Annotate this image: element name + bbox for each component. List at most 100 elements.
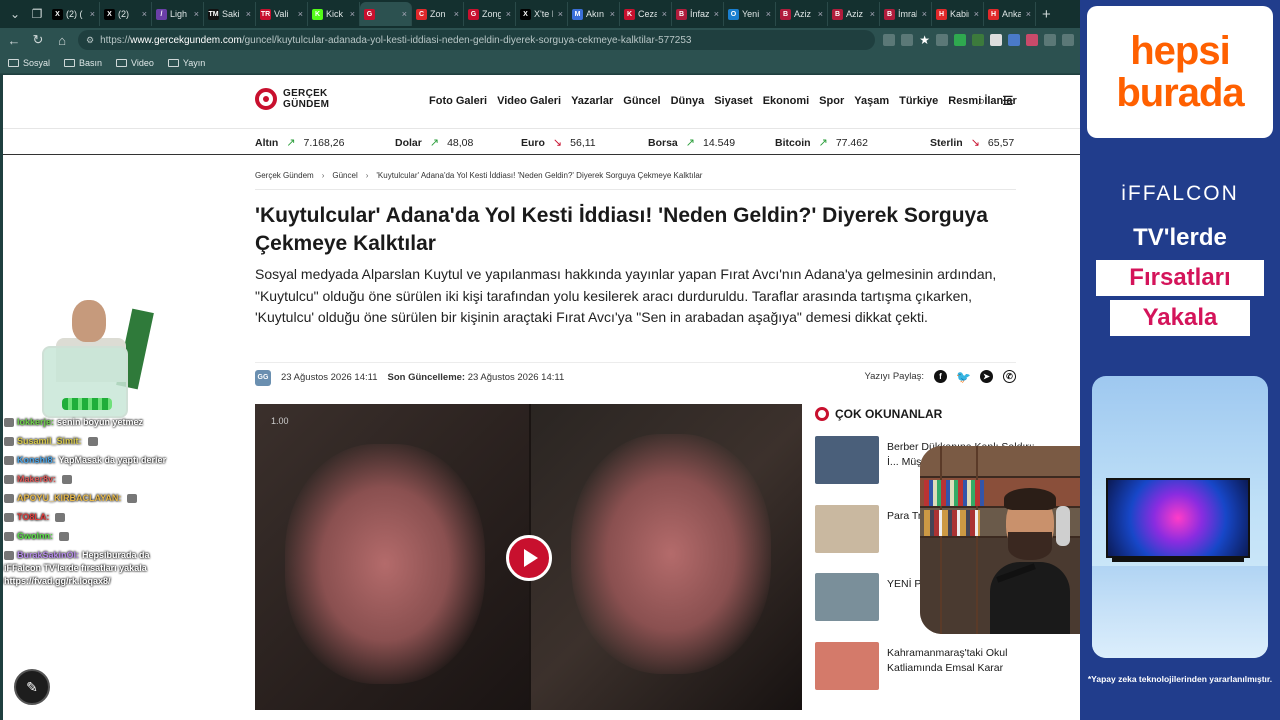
most-read-headline[interactable]: Kahramanmaraş'taki Okul Katliamında Emsa…	[887, 642, 1047, 690]
whatsapp-icon[interactable]: ✆	[1003, 370, 1016, 383]
close-tab-icon[interactable]: ×	[662, 9, 667, 19]
facebook-icon[interactable]: f	[934, 370, 947, 383]
browser-tab[interactable]: TM Saki ×	[204, 2, 256, 26]
extension-icon[interactable]	[954, 34, 966, 46]
browser-tab[interactable]: X (2) ( ×	[48, 2, 100, 26]
bookmark-folder[interactable]: Basın	[64, 58, 102, 68]
close-tab-icon[interactable]: ×	[870, 9, 875, 19]
tab-list-icon[interactable]: ⌄	[4, 3, 26, 25]
menu-icon[interactable]: ☰	[1002, 93, 1014, 109]
close-tab-icon[interactable]: ×	[194, 9, 199, 19]
close-tab-icon[interactable]: ×	[350, 9, 355, 19]
close-tab-icon[interactable]: ×	[454, 9, 459, 19]
browser-tab[interactable]: MAkın Gü ×	[568, 2, 620, 26]
browser-tab[interactable]: X (2) ×	[100, 2, 152, 26]
chat-username[interactable]: APOYU_KIRBACLAYAN:	[17, 493, 121, 503]
chat-username[interactable]: Konshi8:	[17, 455, 56, 465]
ticker-item[interactable]: Bitcoin ↗ 77.462	[775, 136, 868, 150]
bookmark-star-icon[interactable]: ★	[919, 33, 930, 47]
chat-username[interactable]: Maker8v:	[17, 474, 56, 484]
browser-tab[interactable]: OYeni Par ×	[724, 2, 776, 26]
nav-link[interactable]: Türkiye	[899, 95, 938, 107]
breadcrumb-home[interactable]: Gerçek Gündem	[255, 171, 314, 180]
nav-link[interactable]: Video Galeri	[497, 95, 561, 107]
nav-link[interactable]: Spor	[819, 95, 844, 107]
extension-icon[interactable]	[936, 34, 948, 46]
twitter-icon[interactable]: 🐦	[956, 370, 971, 384]
close-tab-icon[interactable]: ×	[974, 9, 979, 19]
close-tab-icon[interactable]: ×	[402, 9, 407, 19]
browser-tab[interactable]: HAnkara ×	[984, 2, 1036, 26]
nav-link[interactable]: Güncel	[623, 95, 660, 107]
chat-username[interactable]: BurakSakinOl:	[17, 550, 79, 560]
extension-icon[interactable]	[972, 34, 984, 46]
browser-tab[interactable]: GZongul ×	[464, 2, 516, 26]
new-tab-icon[interactable]: +	[1036, 6, 1057, 23]
browser-tab[interactable]: C Zon ×	[412, 2, 464, 26]
bookmark-folder[interactable]: Sosyal	[8, 58, 50, 68]
translate-icon[interactable]	[883, 34, 896, 46]
workspaces-icon[interactable]: ❐	[26, 3, 48, 25]
close-tab-icon[interactable]: ×	[610, 9, 615, 19]
browser-tab[interactable]: TR Vali ×	[256, 2, 308, 26]
most-read-thumbnail[interactable]	[815, 436, 879, 484]
most-read-item[interactable]: Kahramanmaraş'taki Okul Katliamında Emsa…	[815, 642, 1047, 690]
play-button[interactable]	[506, 535, 552, 581]
sidebar-toggle-icon[interactable]	[1062, 34, 1074, 46]
nav-link[interactable]: Ekonomi	[763, 95, 809, 107]
ticker-item[interactable]: Sterlin ↘ 65,57	[930, 136, 1014, 150]
browser-tab[interactable]: Bİnfaz sis ×	[672, 2, 724, 26]
nav-link[interactable]: Foto Galeri	[429, 95, 487, 107]
browser-tab[interactable]: XX'te Dü ×	[516, 2, 568, 26]
back-icon[interactable]: ←	[6, 33, 22, 48]
browser-tab[interactable]: / Ligh ×	[152, 2, 204, 26]
chat-username[interactable]: lokkerje:	[17, 417, 54, 427]
close-tab-icon[interactable]: ×	[298, 9, 303, 19]
close-tab-icon[interactable]: ×	[922, 9, 927, 19]
chat-username[interactable]: Susamil_Simit:	[17, 436, 82, 446]
close-tab-icon[interactable]: ×	[714, 9, 719, 19]
chat-username[interactable]: Gwolnn:	[17, 531, 53, 541]
close-tab-icon[interactable]: ×	[246, 9, 251, 19]
nav-link[interactable]: Yazarlar	[571, 95, 613, 107]
extensions-puzzle-icon[interactable]	[1044, 34, 1056, 46]
chat-username[interactable]: TO8LA:	[17, 512, 49, 522]
ticker-item[interactable]: Dolar ↗ 48,08	[395, 136, 473, 150]
address-bar[interactable]: ⚙ https://www.gercekgundem.com/guncel/ku…	[78, 30, 876, 50]
extension-icon[interactable]	[1026, 34, 1038, 46]
close-tab-icon[interactable]: ×	[766, 9, 771, 19]
browser-tab[interactable]: BAziz İhsa ×	[828, 2, 880, 26]
browser-tab[interactable]: HKabine ×	[932, 2, 984, 26]
browser-tab[interactable]: K Kick ×	[308, 2, 360, 26]
ticker-item[interactable]: Borsa ↗ 14.549	[648, 136, 735, 150]
close-tab-icon[interactable]: ×	[818, 9, 823, 19]
pen-tool-button[interactable]: ✎	[14, 669, 50, 705]
nav-link[interactable]: Yaşam	[854, 95, 889, 107]
ticker-item[interactable]: Euro ↘ 56,11	[521, 136, 596, 150]
close-tab-icon[interactable]: ×	[1026, 9, 1031, 19]
browser-tab[interactable]: KCeza inf ×	[620, 2, 672, 26]
most-read-thumbnail[interactable]	[815, 573, 879, 621]
nav-link[interactable]: Dünya	[671, 95, 705, 107]
close-tab-icon[interactable]: ×	[142, 9, 147, 19]
ad-banner[interactable]: hepsi burada iFFALCON TV'lerde Fırsatlar…	[1080, 0, 1280, 720]
close-tab-icon[interactable]: ×	[558, 9, 563, 19]
home-icon[interactable]: ⌂	[54, 33, 70, 48]
most-read-thumbnail[interactable]	[815, 642, 879, 690]
ticker-item[interactable]: Altın ↗ 7.168,26	[255, 136, 344, 150]
telegram-icon[interactable]: ➤	[980, 370, 993, 383]
bookmark-folder[interactable]: Yayın	[167, 58, 205, 68]
bookmark-folder[interactable]: Video	[116, 58, 154, 68]
browser-tab[interactable]: Bİmralı S ×	[880, 2, 932, 26]
site-info-icon[interactable]: ⚙	[86, 35, 94, 46]
reader-icon[interactable]	[901, 34, 914, 46]
close-tab-icon[interactable]: ×	[90, 9, 95, 19]
nav-link[interactable]: Siyaset	[714, 95, 753, 107]
browser-tab[interactable]: BAziz İhs ×	[776, 2, 828, 26]
extension-icon[interactable]	[990, 34, 1002, 46]
reload-icon[interactable]: ↻	[30, 32, 46, 48]
most-read-thumbnail[interactable]	[815, 505, 879, 553]
search-icon[interactable]: ⌕	[978, 93, 985, 109]
extension-icon[interactable]	[1008, 34, 1020, 46]
video-player[interactable]: 1.00	[255, 404, 802, 710]
